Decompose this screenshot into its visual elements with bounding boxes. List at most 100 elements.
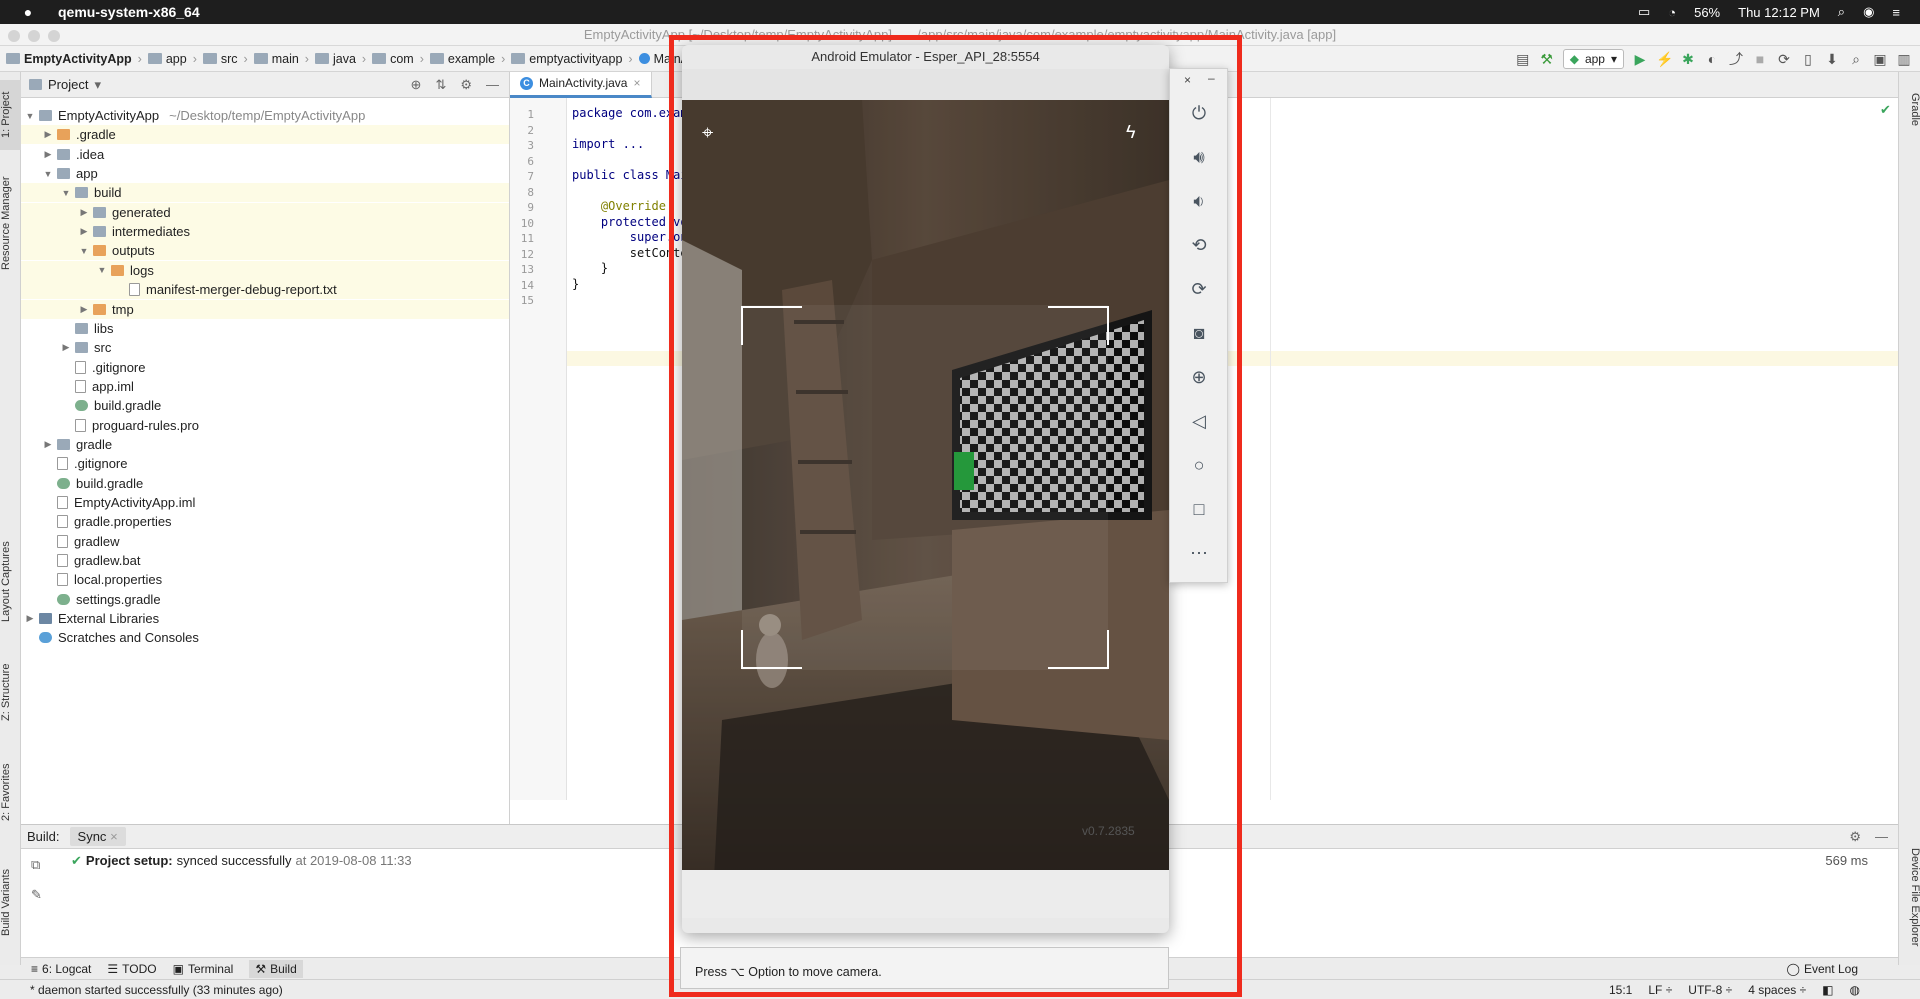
clock[interactable]: Thu 12:12 PM xyxy=(1738,5,1820,20)
breadcrumb-item[interactable]: main › xyxy=(253,52,309,66)
collapsed-arrow-icon[interactable]: ▶ xyxy=(79,207,89,218)
project-window-icon[interactable]: ▣ xyxy=(1872,51,1888,67)
collapsed-arrow-icon[interactable]: ▶ xyxy=(43,439,53,450)
tree-item[interactable]: EmptyActivityApp.iml xyxy=(21,493,509,512)
tree-item[interactable]: ▼ EmptyActivityApp ~/Desktop/temp/EmptyAct… xyxy=(21,106,509,125)
search-everywhere-icon[interactable]: ⌕ xyxy=(1848,51,1864,67)
tree-item[interactable]: ▼ logs xyxy=(21,260,509,280)
collapsed-arrow-icon[interactable]: ▶ xyxy=(61,342,71,353)
inspection-ok-icon[interactable]: ✔ xyxy=(1880,102,1891,118)
caret-position[interactable]: 15:1 xyxy=(1609,983,1632,997)
lock-icon[interactable]: ◧ xyxy=(1822,983,1833,997)
gear-icon[interactable]: ⚙ xyxy=(460,77,472,93)
project-view-select[interactable]: Project xyxy=(48,77,88,92)
rotate-right-icon[interactable]: ⟳ xyxy=(1187,277,1211,301)
breadcrumb-item[interactable]: java › xyxy=(314,52,366,66)
gear-icon[interactable]: ⚙ xyxy=(1849,829,1861,845)
tree-item[interactable]: proguard-rules.pro xyxy=(21,416,509,435)
status-message[interactable]: * daemon started successfully (33 minute… xyxy=(30,983,283,997)
code-line[interactable]: setConte xyxy=(572,246,688,260)
tree-item[interactable]: gradlew.bat xyxy=(21,551,509,570)
breadcrumb-item[interactable]: app › xyxy=(147,52,197,66)
attach-debugger-icon[interactable]: ⤴ xyxy=(1728,51,1744,67)
expanded-arrow-icon[interactable]: ▼ xyxy=(97,265,107,275)
profile-icon[interactable]: ◐ xyxy=(1704,51,1720,67)
file-encoding[interactable]: UTF-8 ÷ xyxy=(1688,983,1732,997)
collapsed-arrow-icon[interactable]: ▶ xyxy=(79,226,89,237)
tree-item[interactable]: .gitignore xyxy=(21,358,509,377)
tree-item[interactable]: ▶ .gradle xyxy=(21,125,509,145)
tab-sync[interactable]: Sync × xyxy=(69,827,126,846)
search-icon[interactable]: ⌕ xyxy=(1838,4,1845,20)
code-line[interactable]: protected vo xyxy=(572,215,688,229)
tree-item[interactable]: ▶ tmp xyxy=(21,299,509,319)
tree-item[interactable]: ▼ build xyxy=(21,183,509,203)
code-line[interactable]: @Override xyxy=(572,199,666,213)
close-icon[interactable]: × xyxy=(1184,73,1191,87)
close-tab-icon[interactable]: × xyxy=(633,76,640,90)
volume-up-icon[interactable]: 🔊︎ xyxy=(1187,145,1211,169)
apply-changes-icon[interactable]: ⚡ xyxy=(1656,51,1673,67)
expanded-arrow-icon[interactable]: ▼ xyxy=(79,246,89,256)
layout-icon[interactable]: ▥ xyxy=(1896,51,1912,67)
focus-icon[interactable]: ⌖ xyxy=(702,122,713,145)
line-separator[interactable]: LF ÷ xyxy=(1648,983,1672,997)
code-line[interactable]: import ... xyxy=(572,137,644,151)
expanded-arrow-icon[interactable]: ▼ xyxy=(43,169,53,179)
collapsed-arrow-icon[interactable]: ▶ xyxy=(79,304,89,315)
tool-terminal[interactable]: ▣ Terminal xyxy=(173,962,234,976)
inspector-icon[interactable]: ◍ xyxy=(1850,983,1860,997)
tree-item[interactable]: gradlew xyxy=(21,532,509,551)
tab-layout-captures[interactable]: Layout Captures xyxy=(0,532,21,632)
tree-item[interactable]: ▶ src xyxy=(21,338,509,357)
apple-icon[interactable]: ● xyxy=(20,4,36,20)
collapsed-arrow-icon[interactable]: ▶ xyxy=(43,149,53,160)
sdk-manager-icon[interactable]: ⬇ xyxy=(1824,51,1840,67)
expanded-arrow-icon[interactable]: ▼ xyxy=(25,111,35,121)
tree-item[interactable]: build.gradle xyxy=(21,474,509,493)
locate-icon[interactable]: ⊕ xyxy=(411,77,422,93)
code-line[interactable]: super.on xyxy=(572,230,688,244)
zoom-icon[interactable]: ⊕ xyxy=(1187,365,1211,389)
battery-icon[interactable]: ▭ xyxy=(1638,4,1650,20)
tree-item[interactable]: settings.gradle xyxy=(21,590,509,609)
run-config-select[interactable]: ◆ app ▾ xyxy=(1562,49,1624,69)
stop-icon[interactable]: ■ xyxy=(1752,51,1768,67)
tool-build[interactable]: ⚒ Build xyxy=(249,959,303,978)
tree-item[interactable]: manifest-merger-debug-report.txt xyxy=(21,280,509,300)
tab-structure[interactable]: Z: Structure xyxy=(0,652,21,732)
tree-item[interactable]: local.properties xyxy=(21,570,509,589)
siri-icon[interactable]: ◉ xyxy=(1863,4,1874,20)
rotate-left-icon[interactable]: ⟲ xyxy=(1187,233,1211,257)
hide-icon[interactable]: — xyxy=(1875,829,1888,845)
emulator-title[interactable]: Android Emulator - Esper_API_28:5554 xyxy=(682,45,1169,69)
restore-icon[interactable]: ⧉ xyxy=(31,857,40,873)
flash-off-icon[interactable]: ϟ xyxy=(1126,122,1136,143)
minimize-window-button[interactable] xyxy=(28,30,40,42)
minimize-icon[interactable]: – xyxy=(1208,71,1215,85)
collapsed-arrow-icon[interactable]: ▶ xyxy=(43,129,53,140)
tab-favorites[interactable]: 2: Favorites xyxy=(0,752,21,832)
chevron-down-icon[interactable]: ▾ xyxy=(94,77,101,93)
code-line[interactable]: } xyxy=(572,277,579,291)
overview-icon[interactable]: □ xyxy=(1187,497,1211,521)
wifi-icon[interactable]: ◔ xyxy=(1668,5,1676,20)
close-window-button[interactable] xyxy=(8,30,20,42)
breadcrumb-item[interactable]: emptyactivityapp › xyxy=(511,52,633,66)
breadcrumb-item[interactable]: EmptyActivityApp › xyxy=(6,52,142,66)
breadcrumb-item[interactable]: com › xyxy=(372,52,424,66)
tab-resource-manager[interactable]: Resource Manager xyxy=(0,168,21,278)
build-message-row[interactable]: ✔ Project setup: synced successfully at … xyxy=(71,853,412,869)
debug-icon[interactable]: ✱ xyxy=(1680,51,1696,67)
code-line[interactable]: public class Mai xyxy=(572,168,688,182)
collapse-all-icon[interactable]: ⇅ xyxy=(435,77,446,93)
tree-item[interactable]: ▼ app xyxy=(21,164,509,183)
tab-gradle[interactable]: Gradle xyxy=(1899,80,1920,140)
tab-mainactivity[interactable]: C MainActivity.java × xyxy=(510,71,652,98)
avd-manager-icon[interactable]: ▯ xyxy=(1800,51,1816,67)
tab-project[interactable]: 1: Project xyxy=(0,80,21,150)
tree-item[interactable]: ▶ .idea xyxy=(21,145,509,164)
build-hammer-icon[interactable]: ⚒ xyxy=(1539,51,1555,67)
app-name[interactable]: qemu-system-x86_64 xyxy=(58,4,200,20)
emulator-screen[interactable]: v0.7.2835 ⌖ ϟ xyxy=(682,100,1169,918)
